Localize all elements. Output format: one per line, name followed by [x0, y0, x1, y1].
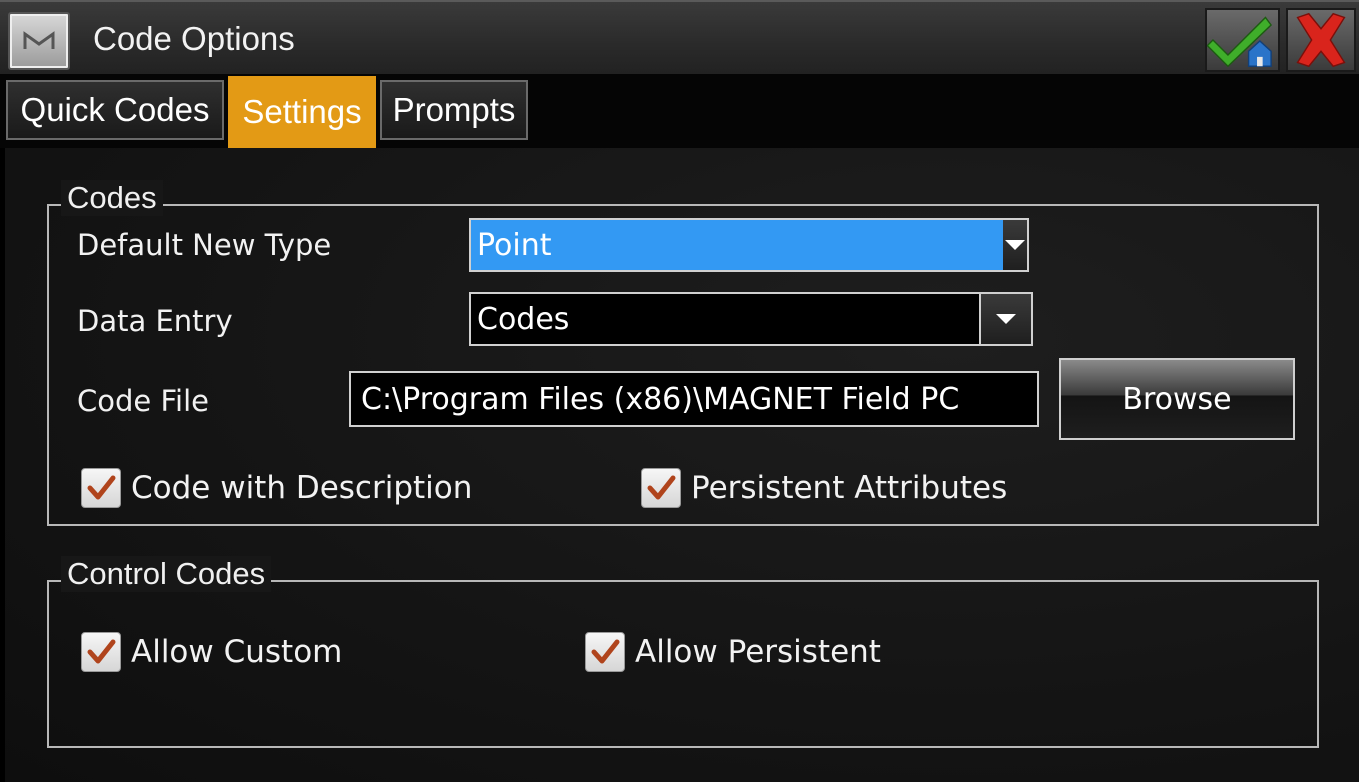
chevron-down-icon [1005, 240, 1025, 250]
app-logo[interactable] [8, 12, 70, 70]
checkbox-box[interactable] [641, 468, 681, 508]
title-bar: Code Options [0, 0, 1359, 74]
settings-panel: Codes Default New Type Point Data Entry … [5, 148, 1359, 782]
code-file-field[interactable]: C:\Program Files (x86)\MAGNET Field PC [349, 371, 1039, 427]
window-title: Code Options [93, 20, 295, 57]
checkbox-box[interactable] [585, 632, 625, 672]
checkbox-box[interactable] [81, 468, 121, 508]
data-entry-select[interactable]: Codes [469, 292, 1033, 346]
checkmark-icon [591, 639, 620, 664]
control-codes-group: Control Codes Allow Custom Allow Persist… [47, 556, 1319, 748]
allow-persistent-label: Allow Persistent [635, 634, 881, 670]
close-button[interactable] [1286, 8, 1356, 72]
ok-button[interactable] [1205, 8, 1280, 72]
allow-custom-label: Allow Custom [131, 634, 343, 670]
allow-persistent-checkbox[interactable]: Allow Persistent [585, 632, 881, 672]
checkmark-icon [87, 639, 116, 664]
data-entry-value: Codes [477, 301, 570, 337]
tab-settings[interactable]: Settings [228, 76, 376, 148]
checkbox-box[interactable] [81, 632, 121, 672]
check-home-icon [1207, 16, 1273, 68]
default-new-type-select[interactable]: Point [469, 218, 1029, 272]
magnet-logo-icon [23, 31, 55, 49]
data-entry-label: Data Entry [77, 304, 233, 338]
close-icon [1296, 12, 1346, 68]
chevron-down-icon [996, 314, 1016, 324]
code-with-description-checkbox[interactable]: Code with Description [81, 468, 472, 508]
default-new-type-label: Default New Type [77, 228, 332, 262]
dropdown-arrow[interactable] [1003, 220, 1027, 270]
browse-button[interactable]: Browse [1059, 358, 1295, 440]
persistent-attributes-checkbox[interactable]: Persistent Attributes [641, 468, 1007, 508]
tab-bar: Quick Codes Settings Prompts [0, 74, 1359, 148]
codes-group: Codes Default New Type Point Data Entry … [47, 180, 1319, 526]
code-with-description-label: Code with Description [131, 470, 473, 506]
checkmark-icon [647, 475, 676, 500]
control-codes-group-legend: Control Codes [61, 556, 272, 592]
code-file-label: Code File [77, 384, 209, 418]
persistent-attributes-label: Persistent Attributes [691, 470, 1008, 506]
codes-group-legend: Codes [61, 180, 163, 216]
tab-prompts[interactable]: Prompts [380, 80, 528, 140]
tab-quick-codes[interactable]: Quick Codes [6, 80, 224, 140]
dropdown-arrow[interactable] [979, 294, 1031, 344]
default-new-type-value: Point [471, 220, 1003, 270]
allow-custom-checkbox[interactable]: Allow Custom [81, 632, 342, 672]
checkmark-icon [87, 475, 116, 500]
